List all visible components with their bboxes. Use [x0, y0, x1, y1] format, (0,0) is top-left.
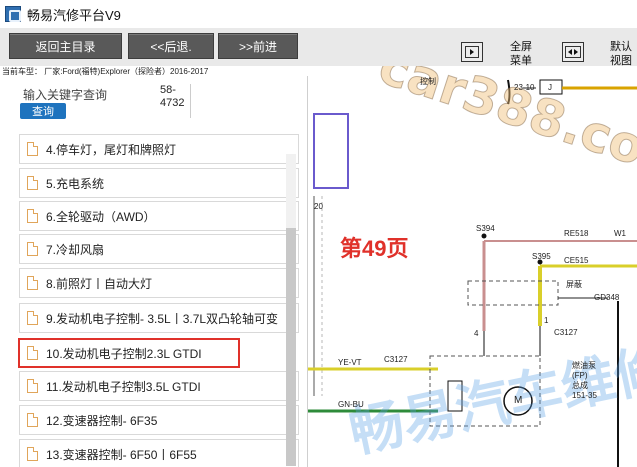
list-item[interactable]: 13.变速器控制- 6F50丨6F55 [19, 439, 299, 467]
window-title: 畅易汽修平台V9 [27, 7, 121, 23]
document-icon [27, 346, 38, 360]
diagram-label: C3127 [554, 328, 578, 337]
default-view-text: 默认 视图 [610, 41, 632, 67]
list-item[interactable]: 6.全轮驱动（AWD） [19, 201, 299, 231]
list-item-selected[interactable]: 10.发动机电子控制2.3L GTDI [18, 338, 240, 368]
default-view-icon[interactable] [562, 42, 584, 62]
document-icon [27, 242, 38, 256]
diagram-label: J [548, 83, 552, 92]
document-icon [27, 276, 38, 290]
back-to-main-button[interactable]: 返回主目录 [9, 33, 122, 59]
title-bar: 畅易汽修平台V9 [0, 0, 637, 28]
document-icon [27, 209, 38, 223]
diagram-label: 4 [474, 329, 479, 338]
fullscreen-menu-label[interactable]: 全屏 菜单 [504, 40, 538, 68]
search-button[interactable]: 查询 [20, 103, 66, 119]
app-logo-icon [5, 6, 21, 22]
list-item[interactable]: 8.前照灯丨自动大灯 [19, 268, 299, 298]
list-item[interactable]: 12.变速器控制- 6F35 [19, 405, 299, 435]
list-item-label: 13.变速器控制- 6F50丨6F55 [46, 447, 197, 462]
diagram-label: 23-10 [514, 83, 535, 92]
diagram-label: W1 [614, 229, 626, 238]
list-item-label: 5.充电系统 [46, 176, 105, 191]
default-view-label[interactable]: 默认 视图 [604, 40, 637, 68]
diagram-label: 屏蔽 [566, 280, 582, 289]
document-icon [27, 176, 38, 190]
fullscreen-menu-icon[interactable] [461, 42, 483, 62]
list-item-label: 4.停车灯，尾灯和牌照灯 [46, 142, 177, 157]
diagram-label: 控制 [420, 77, 436, 86]
list-item[interactable]: 5.充电系统 [19, 168, 299, 198]
list-item-label: 6.全轮驱动（AWD） [46, 209, 156, 224]
page-code: 58- 4732 [160, 84, 185, 109]
app-window: 畅易汽修平台V9 返回主目录 <<后退. >>前进 全屏 菜单 默认 视图 当前… [0, 0, 637, 467]
list-item[interactable]: 11.发动机电子控制3.5L GTDI [19, 371, 299, 401]
diagram-label: RE518 [564, 229, 589, 238]
forward-button[interactable]: >>前进 [218, 33, 298, 59]
document-icon [27, 311, 38, 325]
fullscreen-menu-text: 全屏 菜单 [510, 41, 532, 67]
scrollbar-thumb[interactable] [286, 228, 296, 466]
motor-icon: M [514, 395, 523, 406]
list-item-label: 9.发动机电子控制- 3.5L丨3.7L双凸轮轴可变 [46, 311, 279, 326]
diagram-label: GN-BU [338, 400, 364, 409]
diagram-label: S394 [476, 224, 495, 233]
catalog-panel: 输入关键字查询 查询 58- 4732 4.停车灯，尾灯和牌照灯 5.充电系统 … [0, 76, 308, 467]
list-item-label: 10.发动机电子控制2.3L GTDI [46, 346, 202, 361]
list-item[interactable]: 9.发动机电子控制- 3.5L丨3.7L双凸轮轴可变 [19, 303, 299, 333]
document-icon [27, 142, 38, 156]
document-icon [27, 447, 38, 461]
document-icon [27, 413, 38, 427]
diagram-label: 20 [314, 202, 323, 211]
divider [190, 84, 191, 118]
diagram-label: 1 [544, 316, 549, 325]
toolbar: 返回主目录 <<后退. >>前进 [0, 28, 637, 66]
list-item[interactable]: 4.停车灯，尾灯和牌照灯 [19, 134, 299, 164]
diagram-label: YE-VT [338, 358, 362, 367]
diagram-label: GD348 [594, 293, 620, 302]
list-item-label: 12.变速器控制- 6F35 [46, 413, 158, 428]
wiring-diagram[interactable]: car388.com 畅易汽车维修 第49页 控制 23-10 J 20 S39… [308, 66, 637, 467]
list-item[interactable]: 7.冷却风扇 [19, 234, 299, 264]
diagram-label: C3127 [384, 355, 408, 364]
list-item-label: 11.发动机电子控制3.5L GTDI [46, 379, 201, 394]
diagram-label: S395 [532, 252, 551, 261]
diagram-label: CE515 [564, 256, 589, 265]
list-item-label: 8.前照灯丨自动大灯 [46, 276, 153, 291]
page-number-label: 第49页 [340, 236, 409, 261]
back-button[interactable]: <<后退. [128, 33, 214, 59]
fuel-pump-label: 燃油泵 (FP) 总成 151-35 [572, 361, 597, 400]
search-prompt: 输入关键字查询 [23, 88, 108, 102]
list-item-label: 7.冷却风扇 [46, 242, 105, 257]
document-icon [27, 379, 38, 393]
